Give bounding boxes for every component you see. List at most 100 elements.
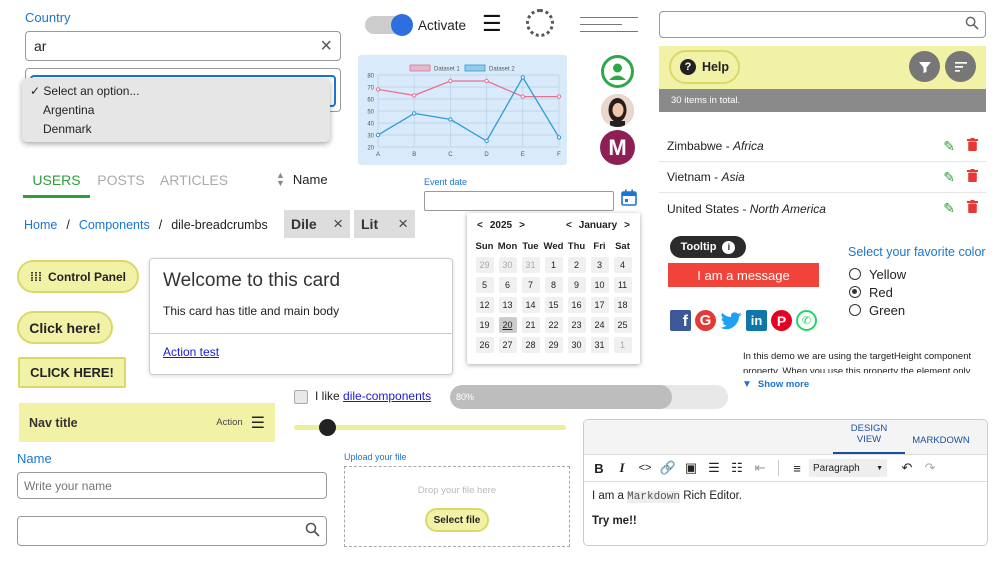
pinterest-icon[interactable]: P: [771, 310, 792, 331]
calendar-day[interactable]: 20: [498, 317, 517, 333]
calendar-day[interactable]: 24: [590, 317, 609, 333]
control-panel-button[interactable]: ⁞⁞⁞ Control Panel: [17, 260, 139, 293]
editor-line-1[interactable]: I am a Markdown Rich Editor.: [592, 490, 979, 503]
calendar-day[interactable]: 17: [590, 297, 609, 313]
calendar-day[interactable]: 26: [475, 337, 494, 353]
link-icon[interactable]: 🔗: [657, 458, 679, 478]
dropdown-option-argentina[interactable]: Argentina: [30, 101, 330, 120]
calendar-day[interactable]: 10: [590, 277, 609, 293]
clear-icon[interactable]: ×: [320, 36, 332, 56]
facebook-icon[interactable]: f: [670, 310, 691, 331]
sort-button[interactable]: [945, 51, 976, 82]
tooltip-button[interactable]: Tooltip i: [670, 236, 746, 258]
hamburger-icon[interactable]: ☰: [251, 413, 265, 433]
calendar-day[interactable]: 14: [521, 297, 540, 313]
hamburger-icon[interactable]: ☰: [482, 13, 502, 35]
upload-dropzone[interactable]: Drop your file here Select file: [344, 466, 570, 547]
linkedin-icon[interactable]: in: [746, 310, 767, 331]
search-icon[interactable]: [305, 522, 320, 540]
dropdown-option-placeholder[interactable]: ✓ Select an option...: [30, 82, 330, 101]
calendar-day[interactable]: 22: [544, 317, 563, 333]
right-search-input[interactable]: [659, 11, 986, 38]
event-date-input[interactable]: [424, 191, 614, 211]
prev-year-icon[interactable]: <: [477, 220, 483, 231]
calendar-day[interactable]: 23: [567, 317, 586, 333]
calendar-day[interactable]: 8: [544, 277, 563, 293]
undo-icon[interactable]: ↶: [896, 458, 918, 478]
close-icon[interactable]: ×: [398, 214, 408, 234]
calendar-day[interactable]: 4: [613, 257, 632, 273]
bold-icon[interactable]: B: [588, 458, 610, 478]
radio-yellow[interactable]: Yellow: [849, 265, 906, 283]
calendar-day[interactable]: 18: [613, 297, 632, 313]
edit-icon[interactable]: ✎: [943, 200, 955, 217]
prev-month-icon[interactable]: <: [566, 220, 572, 231]
edit-icon[interactable]: ✎: [943, 138, 955, 155]
delete-icon[interactable]: [967, 137, 978, 155]
calendar-day[interactable]: 7: [521, 277, 540, 293]
align-icon[interactable]: ≡: [786, 458, 808, 478]
editor-line-2[interactable]: Try me!!: [592, 515, 979, 527]
delete-icon[interactable]: [967, 168, 978, 186]
tab-markdown[interactable]: MARKDOWN: [905, 435, 977, 454]
twitter-icon[interactable]: [720, 310, 742, 331]
italic-icon[interactable]: I: [611, 458, 633, 478]
click-here-caps-button[interactable]: CLICK HERE!: [18, 357, 126, 388]
delete-icon[interactable]: [967, 200, 978, 217]
tab-posts[interactable]: POSTS: [90, 172, 152, 198]
select-file-button[interactable]: Select file: [425, 508, 489, 532]
calendar-day[interactable]: 27: [498, 337, 517, 353]
activate-toggle[interactable]: [365, 14, 413, 36]
calendar-day[interactable]: 2: [567, 257, 586, 273]
radio-red[interactable]: Red: [849, 283, 906, 301]
close-icon[interactable]: ×: [333, 214, 343, 234]
country-input[interactable]: ar ×: [25, 31, 341, 61]
search-icon[interactable]: [965, 16, 979, 33]
sort-control[interactable]: ▲ ▼ Name: [276, 171, 328, 188]
calendar-day[interactable]: 25: [613, 317, 632, 333]
checkbox[interactable]: [294, 390, 308, 404]
help-button[interactable]: ? Help: [669, 50, 740, 84]
card-action-link[interactable]: Action test: [163, 345, 219, 359]
tab-articles[interactable]: ARTICLES: [152, 172, 236, 198]
calendar-day[interactable]: 12: [475, 297, 494, 313]
slider-handle[interactable]: [318, 419, 336, 436]
show-more-link[interactable]: ▼ Show more: [742, 379, 809, 390]
calendar-day[interactable]: 11: [613, 277, 632, 293]
tab-design-view[interactable]: DESIGN VIEW: [833, 423, 905, 454]
next-year-icon[interactable]: >: [519, 220, 525, 231]
calendar-day[interactable]: 1: [544, 257, 563, 273]
calendar-day[interactable]: 6: [498, 277, 517, 293]
calendar-day[interactable]: 30: [567, 337, 586, 353]
calendar-icon[interactable]: [621, 189, 637, 209]
filter-button[interactable]: [909, 51, 940, 82]
breadcrumb-components[interactable]: Components: [79, 218, 150, 232]
name-input[interactable]: [17, 472, 327, 499]
bullet-list-icon[interactable]: ☰: [703, 458, 725, 478]
checkbox-link[interactable]: dile-components: [343, 389, 431, 403]
numbered-list-icon[interactable]: ☷: [726, 458, 748, 478]
calendar-day[interactable]: 19: [475, 317, 494, 333]
calendar-day[interactable]: 29: [544, 337, 563, 353]
redo-icon[interactable]: ↷: [919, 458, 941, 478]
calendar-day[interactable]: 15: [544, 297, 563, 313]
dropdown-option-denmark[interactable]: Denmark: [30, 120, 330, 139]
calendar-day[interactable]: 3: [590, 257, 609, 273]
nav-action[interactable]: Action: [216, 417, 242, 428]
calendar-day[interactable]: 31: [590, 337, 609, 353]
calendar-day[interactable]: 30: [498, 257, 517, 273]
outdent-icon[interactable]: ⇤: [749, 458, 771, 478]
google-icon[interactable]: G: [695, 310, 716, 331]
calendar-day[interactable]: 9: [567, 277, 586, 293]
radio-green[interactable]: Green: [849, 301, 906, 319]
calendar-day[interactable]: 29: [475, 257, 494, 273]
menu-lines-icon[interactable]: [580, 14, 638, 34]
edit-icon[interactable]: ✎: [943, 169, 955, 186]
search-field[interactable]: [17, 516, 327, 546]
code-icon[interactable]: <>: [634, 458, 656, 478]
calendar-day[interactable]: 1: [613, 337, 632, 353]
calendar-day[interactable]: 31: [521, 257, 540, 273]
calendar-day[interactable]: 5: [475, 277, 494, 293]
calendar-day[interactable]: 21: [521, 317, 540, 333]
calendar-day[interactable]: 13: [498, 297, 517, 313]
